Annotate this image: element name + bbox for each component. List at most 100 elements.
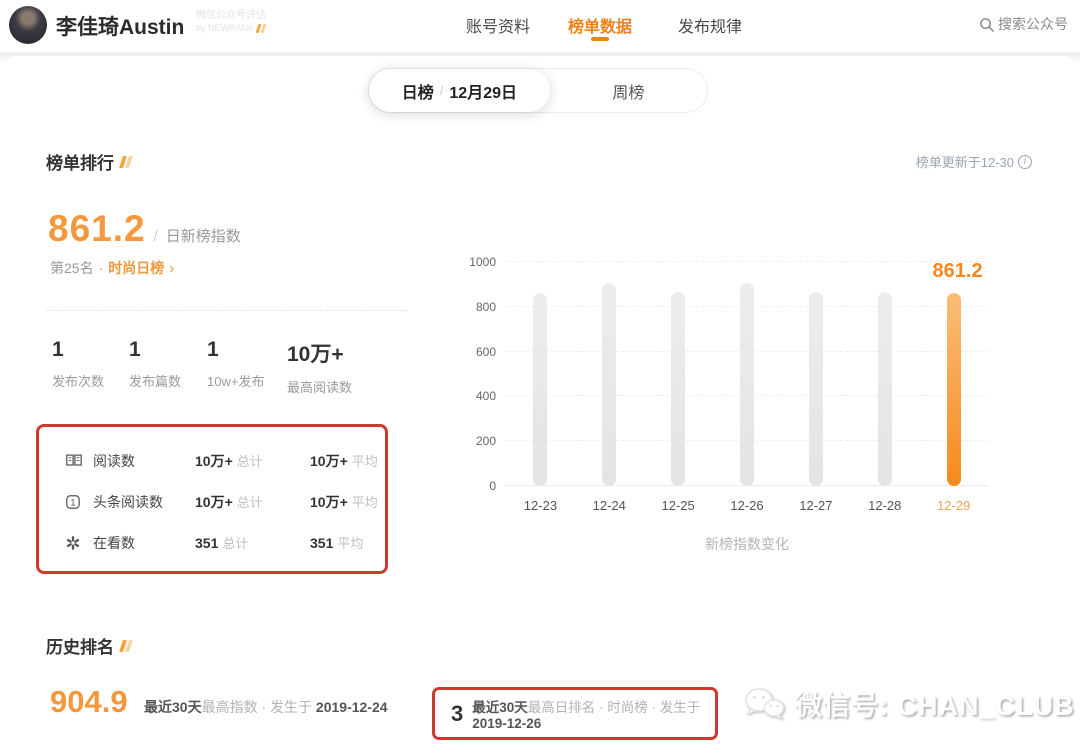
chart-bar-column <box>644 262 713 486</box>
updated-note: 榜单更新于12-30 i <box>916 152 1032 171</box>
heading-bars-icon <box>119 155 133 168</box>
annotation-box-read-stats: 阅读数 10万+ 总计 10万+ 平均 1 头条阅读数 10万+ 总计 10万+… <box>36 424 388 574</box>
chart-x-tick: 12-23 <box>523 498 558 513</box>
top-header: 李佳琦Austin 微信公众号评估 by NEWRANK 账号资料 榜单数据 发… <box>0 0 1080 52</box>
detail-label: 阅读数 <box>93 452 135 469</box>
book-open-icon <box>65 453 85 468</box>
desc-prefix: 最近30天 <box>472 700 528 715</box>
chart-x-tick: 12-25 <box>661 498 695 513</box>
chart-y-tick: 1000 <box>469 255 496 269</box>
stat-publish-times: 1 发布次数 <box>52 338 129 396</box>
wechat-watermark: 微信号: CHAN_CLUB <box>741 684 1075 723</box>
search-account[interactable]: 搜索公众号 <box>979 14 1068 34</box>
wechat-icon <box>745 687 785 720</box>
detail-avg-label: 平均 <box>337 536 364 551</box>
tab-daily-date: 12月29日 <box>449 84 518 102</box>
newrank-logo-icon <box>255 24 267 33</box>
stat-value: 1 <box>129 338 141 361</box>
rank-list-link[interactable]: 时尚日榜 <box>108 258 164 278</box>
detail-total-label: 总计 <box>236 453 263 469</box>
page: 李佳琦Austin 微信公众号评估 by NEWRANK 账号资料 榜单数据 发… <box>0 0 1080 752</box>
chart-value-label: 861.2 <box>932 260 983 283</box>
rank-position: 第25名 · 时尚日榜 › <box>50 258 174 278</box>
chart-x-tick: 12-29 <box>936 498 971 513</box>
nav-account-profile[interactable]: 账号资料 <box>466 13 530 37</box>
desc-mid: 最高日排名 · 时尚榜 · 发生于 <box>527 700 701 715</box>
watermark-text: 微信号: CHAN_CLUB <box>795 691 1075 721</box>
chart-y-tick: 600 <box>475 344 496 359</box>
nav-label: 账号资料 <box>466 19 531 36</box>
chart-bar-column <box>850 262 919 486</box>
detail-total-label: 总计 <box>236 494 263 510</box>
chart-y-tick: 200 <box>475 434 496 449</box>
tab-weekly[interactable]: 周榜 <box>550 69 707 112</box>
detail-avg-label: 平均 <box>351 453 378 469</box>
highest-rank-value: 3 <box>451 700 464 726</box>
index-value: 861.2 <box>48 208 146 249</box>
desc-mid: 最高指数 · 发生于 <box>201 699 316 715</box>
stat-label: 发布次数 <box>52 374 105 389</box>
tab-daily[interactable]: 日榜 / 12月29日 <box>369 69 550 112</box>
nav-ranking-data[interactable]: 榜单数据 <box>568 13 633 41</box>
stat-label: 10w+发布 <box>207 374 265 389</box>
stat-label: 发布篇数 <box>129 374 182 389</box>
publish-stats: 1 发布次数 1 发布篇数 1 10w+发布 10万+ 最高阅读数 <box>52 338 392 396</box>
detail-total: 351 <box>195 535 219 551</box>
rank-period-tabs: 日榜 / 12月29日 周榜 <box>368 68 708 113</box>
detail-label: 头条阅读数 <box>93 493 163 510</box>
index-slash: / <box>153 228 158 245</box>
nav-label: 榜单数据 <box>568 19 633 36</box>
chart-bar-column <box>781 262 850 486</box>
stat-value: 1 <box>52 338 64 361</box>
chart-bar <box>808 292 823 486</box>
active-tab-underline <box>591 37 609 41</box>
chart-x-tick: 12-26 <box>730 498 764 513</box>
stat-10w-posts: 1 10w+发布 <box>207 338 287 396</box>
nav-publish-pattern[interactable]: 发布规律 <box>678 13 742 37</box>
chart-bar-column <box>713 262 782 486</box>
detail-row-wow: 在看数 351 总计 351 平均 <box>65 522 385 563</box>
dashed-divider <box>46 310 408 311</box>
highest-rank-desc: 最近30天最高日排名 · 时尚榜 · 发生于2019-12-26 <box>472 696 715 731</box>
account-avatar <box>9 6 47 44</box>
heading-bars-icon <box>119 639 133 652</box>
chart-title: 新榜指数变化 <box>705 536 789 552</box>
chart-bar <box>740 283 754 486</box>
updated-note-text: 榜单更新于12-30 <box>915 155 1014 170</box>
stat-label: 最高阅读数 <box>287 380 353 395</box>
chart-x-tick: 12-24 <box>592 498 626 513</box>
nav-label: 发布规律 <box>678 19 743 36</box>
tab-weekly-label: 周榜 <box>612 84 645 102</box>
stat-value: 1 <box>207 338 219 361</box>
info-icon[interactable]: i <box>1018 154 1032 169</box>
wow-flower-icon <box>65 535 85 551</box>
chart-y-tick: 0 <box>489 479 496 493</box>
chart-bar <box>533 293 548 486</box>
chevron-right-icon[interactable]: › <box>169 260 174 277</box>
highest-index-value: 904.9 <box>50 684 128 719</box>
chart-x-axis: 12-23 12-24 12-25 12-26 12-27 12-28 12-29 <box>506 498 988 513</box>
daily-index: 861.2 / 日新榜指数 <box>48 208 241 250</box>
newrank-brand: 微信公众号评估 by NEWRANK <box>196 9 267 35</box>
section-title-ranking: 榜单排行 <box>46 149 133 174</box>
index-trend-chart: 0 200 400 600 800 1000 861.2 12-23 12-24 12-25 12… <box>456 246 1036 562</box>
svg-text:1: 1 <box>71 497 76 507</box>
search-icon <box>980 17 994 32</box>
stat-publish-articles: 1 发布篇数 <box>129 338 207 396</box>
chart-y-tick: 800 <box>475 299 496 314</box>
chart-columns: 861.2 <box>506 260 988 486</box>
account-name: 李佳琦Austin <box>56 16 185 39</box>
detail-total-label: 总计 <box>222 536 249 551</box>
detail-total: 10万+ <box>195 493 233 510</box>
detail-avg: 351 <box>310 535 334 551</box>
chart-bar <box>877 292 892 486</box>
detail-avg-label: 平均 <box>351 494 378 510</box>
detail-label: 在看数 <box>93 534 135 551</box>
desc-prefix: 最近30天 <box>144 699 202 715</box>
chart-bar-column: 861.2 <box>919 260 988 486</box>
brand-line2: by NEWRANK <box>196 23 255 33</box>
detail-row-headline-reads: 1 头条阅读数 10万+ 总计 10万+ 平均 <box>65 481 385 522</box>
tab-separator: / <box>439 83 444 98</box>
stat-max-reads: 10万+ 最高阅读数 <box>287 338 392 396</box>
headline-read-icon: 1 <box>65 494 85 510</box>
